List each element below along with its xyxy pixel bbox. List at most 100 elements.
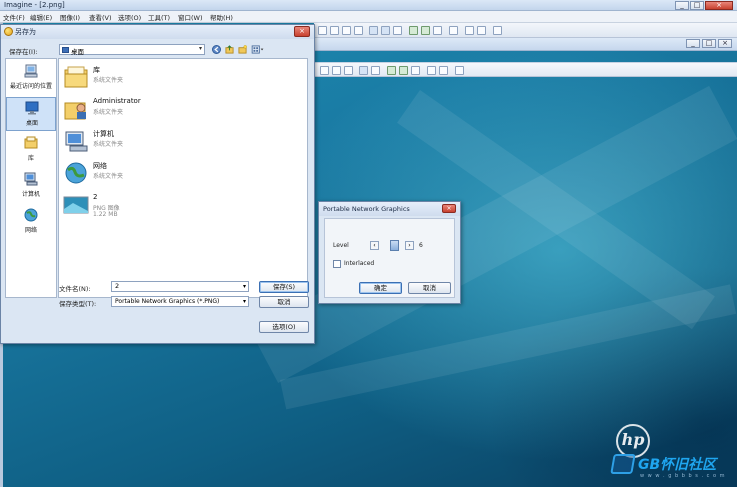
edit-pencil-icon[interactable] xyxy=(433,26,442,35)
file-type: 系统文件夹 xyxy=(93,109,124,116)
filetype-value: Portable Network Graphics (*.PNG) xyxy=(115,298,220,305)
help-icon[interactable] xyxy=(493,26,502,35)
edit-pencil-icon[interactable] xyxy=(411,66,420,75)
doc-close-button[interactable]: × xyxy=(718,39,732,48)
list-item[interactable]: 计算机 系统文件夹 xyxy=(61,127,301,157)
zoom-in-icon[interactable] xyxy=(318,26,327,35)
file-name: Administrator xyxy=(93,97,141,105)
cancel-button[interactable]: 取消 xyxy=(259,296,309,308)
place-desktop[interactable]: 桌面 xyxy=(6,97,56,131)
list-item[interactable]: 2 PNG 图像 1.22 MB xyxy=(61,191,301,221)
level-decrease-button[interactable]: ‹ xyxy=(370,241,379,250)
place-network[interactable]: 网络 xyxy=(6,205,56,239)
ok-button[interactable]: 确定 xyxy=(359,282,402,294)
site-watermark: GB怀旧社区 w w w . g b b b s . c o m xyxy=(610,454,737,479)
level-increase-button[interactable]: › xyxy=(405,241,414,250)
file-name: 2 xyxy=(93,193,98,201)
png-dialog-close-button[interactable]: × xyxy=(442,204,456,213)
file-type: 系统文件夹 xyxy=(93,77,124,84)
file-name: 网络 xyxy=(93,162,107,170)
zoom-fit-icon[interactable] xyxy=(344,66,353,75)
eyedropper-icon[interactable] xyxy=(427,66,436,75)
png-file-icon xyxy=(63,196,89,214)
zoom-in-icon[interactable] xyxy=(320,66,329,75)
look-in-dropdown[interactable]: 桌面 ▾ xyxy=(59,44,205,56)
options-button[interactable]: 选项(O) xyxy=(259,321,309,333)
crop-icon[interactable] xyxy=(409,26,418,35)
desktop-icon xyxy=(25,101,39,115)
maximize-button[interactable]: □ xyxy=(690,1,704,10)
menu-image[interactable]: 图像(I) xyxy=(60,12,80,22)
resize-icon[interactable] xyxy=(399,66,408,75)
doc-maximize-button[interactable]: □ xyxy=(702,39,716,48)
png-dialog-title: Portable Network Graphics xyxy=(323,205,410,213)
menu-bar: 文件(F) 编辑(E) 图像(I) 查看(V) 选项(O) 工具(T) 窗口(W… xyxy=(0,11,737,23)
library-folder-icon xyxy=(64,66,88,88)
filetype-label: 保存类型(T): xyxy=(59,300,97,308)
menu-edit[interactable]: 编辑(E) xyxy=(30,12,52,22)
interlaced-label: Interlaced xyxy=(344,260,375,267)
png-cancel-button[interactable]: 取消 xyxy=(408,282,451,294)
level-slider-thumb[interactable] xyxy=(390,240,399,251)
gear-icon[interactable] xyxy=(477,26,486,35)
png-options-dialog: Portable Network Graphics × Level ‹ › 6 … xyxy=(318,201,461,304)
list-item[interactable]: 库 系统文件夹 xyxy=(61,63,301,93)
menu-tools[interactable]: 工具(T) xyxy=(148,12,170,22)
zoom-fit-icon[interactable] xyxy=(342,26,351,35)
print-icon[interactable] xyxy=(439,66,448,75)
save-dialog-app-icon xyxy=(4,27,13,36)
level-label: Level xyxy=(333,242,349,249)
place-computer[interactable]: 计算机 xyxy=(6,169,56,203)
up-folder-icon[interactable] xyxy=(225,45,234,54)
eyedropper-icon[interactable] xyxy=(449,26,458,35)
slideshow-icon[interactable] xyxy=(371,66,380,75)
menu-help[interactable]: 帮助(H) xyxy=(210,12,233,22)
gear-icon[interactable] xyxy=(455,66,464,75)
file-list: 库 系统文件夹 Administrator 系统文件夹 计算机 系统文件夹 网络… xyxy=(58,58,308,298)
computer-icon xyxy=(65,131,88,152)
user-folder-icon xyxy=(64,102,86,120)
view-window-icon[interactable] xyxy=(359,66,368,75)
menu-options[interactable]: 选项(O) xyxy=(118,12,141,22)
zoom-actual-icon[interactable] xyxy=(354,26,363,35)
doc-minimize-button[interactable]: _ xyxy=(686,39,700,48)
list-item[interactable]: Administrator 系统文件夹 xyxy=(61,95,301,125)
libraries-icon xyxy=(24,136,38,149)
minimize-button[interactable]: _ xyxy=(675,1,689,10)
app-titlebar: Imagine - [2.png] _ □ × xyxy=(0,0,737,11)
slideshow-icon[interactable] xyxy=(393,26,402,35)
menu-file[interactable]: 文件(F) xyxy=(3,12,25,22)
computer-icon xyxy=(24,172,38,186)
menu-window[interactable]: 窗口(W) xyxy=(178,12,203,22)
place-label: 网络 xyxy=(24,227,37,234)
zoom-out-icon[interactable] xyxy=(330,26,339,35)
back-icon[interactable] xyxy=(212,45,221,54)
place-libraries[interactable]: 库 xyxy=(6,133,56,167)
hp-logo-text: hp xyxy=(621,430,645,449)
close-button[interactable]: × xyxy=(705,1,733,10)
fullscreen-icon[interactable] xyxy=(381,26,390,35)
place-recent[interactable]: 最近访问的位置 xyxy=(6,61,56,95)
save-dialog-title: 另存为 xyxy=(15,28,36,36)
zoom-out-icon[interactable] xyxy=(332,66,341,75)
print-icon[interactable] xyxy=(465,26,474,35)
view-menu-icon[interactable] xyxy=(251,45,265,54)
chevron-down-icon: ▾ xyxy=(198,45,202,52)
list-item[interactable]: 网络 系统文件夹 xyxy=(61,159,301,189)
file-type: 系统文件夹 xyxy=(93,173,124,180)
png-dialog-titlebar[interactable]: Portable Network Graphics × xyxy=(319,202,460,216)
place-label: 最近访问的位置 xyxy=(9,83,52,90)
save-dialog-close-button[interactable]: × xyxy=(294,26,310,37)
filetype-select[interactable]: Portable Network Graphics (*.PNG) ▾ xyxy=(111,296,249,307)
menu-view[interactable]: 查看(V) xyxy=(89,12,112,22)
resize-icon[interactable] xyxy=(421,26,430,35)
view-window-icon[interactable] xyxy=(369,26,378,35)
filename-label: 文件名(N): xyxy=(59,285,91,293)
crop-icon[interactable] xyxy=(387,66,396,75)
document-toolbar xyxy=(314,62,737,77)
save-button[interactable]: 保存(S) xyxy=(259,281,309,293)
save-dialog-titlebar[interactable]: 另存为 × xyxy=(1,25,314,39)
interlaced-checkbox[interactable] xyxy=(333,260,341,268)
filename-input[interactable]: 2 ▾ xyxy=(111,281,249,292)
new-folder-icon[interactable] xyxy=(238,45,247,54)
